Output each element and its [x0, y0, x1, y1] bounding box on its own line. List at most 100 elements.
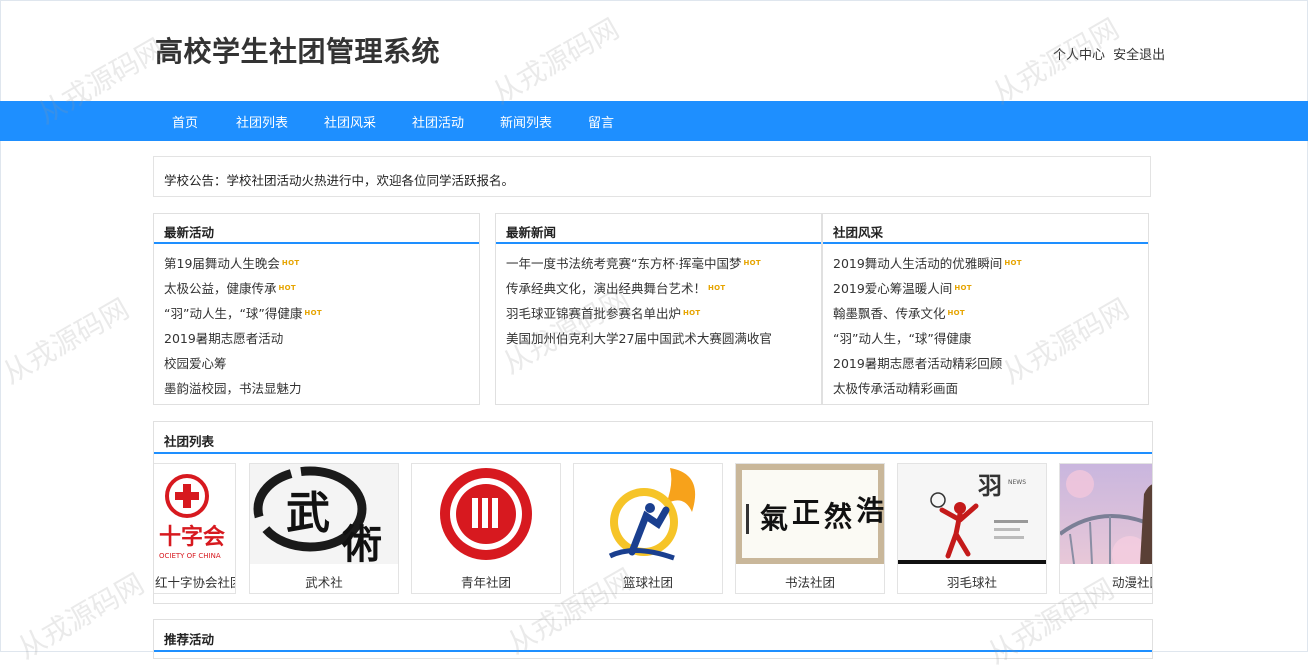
calligraphy-char-2: 然 — [824, 500, 852, 533]
nav-messages[interactable]: 留言 — [588, 112, 614, 131]
notice-text: 学校公告：学校社团活动火热进行中，欢迎各位同学活跃报名。 — [164, 173, 515, 188]
club-image-red-cross: 十字会 OCIETY OF CHINA — [154, 464, 235, 564]
hot-badge: HOT — [281, 259, 300, 267]
club-name: 武术社 — [305, 575, 343, 590]
red-cross-logo-subtext: OCIETY OF CHINA — [159, 552, 221, 560]
nav-club-activities[interactable]: 社团活动 — [412, 112, 464, 131]
nav-club-style[interactable]: 社团风采 — [324, 112, 376, 131]
school-notice: 学校公告：学校社团活动火热进行中，欢迎各位同学活跃报名。 — [153, 156, 1151, 197]
list-item-text: 墨韵溢校园，书法显魅力 — [164, 381, 302, 396]
club-card-youth[interactable]: 青年社团 — [411, 463, 561, 594]
list-item[interactable]: 太极传承活动精彩画面 — [833, 376, 1148, 401]
list-item[interactable]: 传承经典文化，演出经典舞台艺术！ HOT — [506, 276, 821, 301]
list-item-text: 翰墨飘香、传承文化 — [833, 306, 946, 321]
wushu-char-2: 術 — [341, 521, 382, 564]
red-cross-logo-text: 十字会 — [159, 524, 225, 550]
club-name: 篮球社团 — [622, 575, 673, 590]
nav-news-list[interactable]: 新闻列表 — [500, 112, 552, 131]
nav-club-list[interactable]: 社团列表 — [236, 112, 288, 131]
list-item-text: 2019暑期志愿者活动 — [164, 331, 284, 346]
list-item-text: 太极传承活动精彩画面 — [833, 381, 959, 396]
nav-home[interactable]: 首页 — [172, 112, 198, 131]
calligraphy-char-3: 正 — [792, 496, 820, 529]
club-name: 书法社团 — [784, 575, 835, 590]
list-item[interactable]: 2019暑期志愿者活动 — [164, 326, 479, 351]
badminton-char: 羽 — [978, 471, 1002, 500]
list-item-text: “羽”动人生，“球”得健康 — [164, 306, 303, 321]
club-image-calligraphy: 浩 然 正 氣 — [736, 464, 884, 564]
logout-link[interactable]: 安全退出 — [1113, 48, 1165, 63]
site-title: 高校学生社团管理系统 — [155, 35, 441, 68]
hot-badge: HOT — [743, 259, 761, 267]
list-item[interactable]: 2019舞动人生活动的优雅瞬间 HOT — [833, 251, 1148, 276]
club-card-badminton[interactable]: 羽 NEWS 羽毛球社 — [897, 463, 1047, 594]
list-item-text: 太极公益，健康传承 — [164, 281, 277, 296]
list-item[interactable]: 太极公益，健康传承 HOT — [164, 276, 479, 301]
list-item-text: 2019暑期志愿者活动精彩回顾 — [833, 356, 1003, 371]
list-item-text: “羽”动人生，“球”得健康 — [833, 331, 972, 346]
hot-badge: HOT — [947, 309, 965, 317]
club-card-anime[interactable]: 动漫社团 — [1059, 463, 1152, 594]
section-title: 社团列表 — [154, 422, 1152, 454]
list-item[interactable]: 第19届舞动人生晚会 HOT — [164, 251, 479, 276]
recommended-section: 推荐活动 — [153, 619, 1153, 659]
hot-badge: HOT — [708, 284, 726, 292]
club-name: 红十字协会社团 — [155, 575, 236, 590]
news-list: 一年一度书法统考竞赛“东方杯·挥毫中国梦 HOT 传承经典文化，演出经典舞台艺术！ H… — [496, 251, 821, 351]
link-separator — [1107, 48, 1111, 63]
watermark: 从戎源码网 — [486, 12, 625, 111]
calligraphy-char-1: 浩 — [856, 494, 884, 527]
list-item[interactable]: 校园爱心筹 — [164, 351, 479, 376]
list-item[interactable]: 2019爱心筹温暖人间 HOT — [833, 276, 1148, 301]
list-item[interactable]: 美国加州伯克利大学27届中国武术大赛圆满收官 — [506, 326, 821, 351]
watermark: 从戎源码网 — [0, 292, 135, 391]
hot-badge: HOT — [1004, 259, 1022, 267]
hot-badge: HOT — [278, 284, 296, 292]
hot-badge: HOT — [683, 309, 701, 317]
club-card-basketball[interactable]: 篮球社团 — [573, 463, 723, 594]
profile-link[interactable]: 个人中心 — [1053, 48, 1105, 63]
club-list-section: 社团列表 十字会 OCIETY OF CHINA 红十字协会社团 武 術 武术社… — [153, 421, 1153, 604]
list-item-text: 第19届舞动人生晚会 — [164, 256, 280, 271]
club-card-calligraphy[interactable]: 浩 然 正 氣 书法社团 — [735, 463, 885, 594]
list-item-text: 羽毛球亚锦赛首批参赛名单出炉 — [506, 306, 682, 321]
style-list: 2019舞动人生活动的优雅瞬间 HOT 2019爱心筹温暖人间 HOT 翰墨飘香、传承文… — [823, 251, 1148, 401]
club-name: 青年社团 — [460, 575, 511, 590]
panel-title: 最新活动 — [154, 214, 479, 244]
list-item-text: 传承经典文化，演出经典舞台艺术！ — [506, 281, 707, 296]
wushu-char-1: 武 — [286, 488, 330, 539]
panel-title: 社团风采 — [823, 214, 1148, 244]
list-item[interactable]: 一年一度书法统考竞赛“东方杯·挥毫中国梦 HOT — [506, 251, 821, 276]
club-image-basketball — [574, 464, 722, 564]
list-item[interactable]: 2019暑期志愿者活动精彩回顾 — [833, 351, 1148, 376]
main-nav: 首页 社团列表 社团风采 社团活动 新闻列表 留言 — [0, 101, 1308, 141]
user-links: 个人中心 安全退出 — [1053, 44, 1165, 63]
list-item[interactable]: 羽毛球亚锦赛首批参赛名单出炉 HOT — [506, 301, 821, 326]
club-image-anime — [1060, 464, 1152, 564]
club-style-panel: 社团风采 2019舞动人生活动的优雅瞬间 HOT 2019爱心筹温暖人间 HOT 翰墨飘… — [822, 213, 1149, 405]
club-card-red-cross[interactable]: 十字会 OCIETY OF CHINA 红十字协会社团 — [154, 463, 236, 594]
club-image-wushu: 武 術 — [250, 464, 398, 564]
badminton-news-text: NEWS — [1008, 479, 1026, 486]
list-item-text: 2019爱心筹温暖人间 — [833, 281, 953, 296]
club-image-youth — [412, 464, 560, 564]
list-item[interactable]: “羽”动人生，“球”得健康 — [833, 326, 1148, 351]
list-item-text: 一年一度书法统考竞赛“东方杯·挥毫中国梦 — [506, 256, 742, 271]
hot-badge: HOT — [954, 284, 972, 292]
activities-list: 第19届舞动人生晚会 HOT 太极公益，健康传承 HOT “羽”动人生，“球”得健康 HO… — [154, 251, 479, 401]
list-item-text: 校园爱心筹 — [164, 356, 227, 371]
club-carousel[interactable]: 十字会 OCIETY OF CHINA 红十字协会社团 武 術 武术社 青年社团… — [154, 463, 1152, 598]
club-card-wushu[interactable]: 武 術 武术社 — [249, 463, 399, 594]
club-image-badminton: 羽 NEWS — [898, 464, 1046, 564]
club-name: 羽毛球社 — [946, 575, 997, 590]
list-item[interactable]: 翰墨飘香、传承文化 HOT — [833, 301, 1148, 326]
list-item[interactable]: 墨韵溢校园，书法显魅力 — [164, 376, 479, 401]
list-item-text: 美国加州伯克利大学27届中国武术大赛圆满收官 — [506, 331, 772, 346]
hot-badge: HOT — [304, 309, 322, 317]
list-item[interactable]: “羽”动人生，“球”得健康 HOT — [164, 301, 479, 326]
latest-activities-panel: 最新活动 第19届舞动人生晚会 HOT 太极公益，健康传承 HOT “羽”动人生，“球”… — [153, 213, 480, 405]
section-title: 推荐活动 — [154, 620, 1152, 652]
panel-title: 最新新闻 — [496, 214, 821, 244]
latest-news-panel: 最新新闻 一年一度书法统考竞赛“东方杯·挥毫中国梦 HOT 传承经典文化，演出经典舞… — [495, 213, 822, 405]
list-item-text: 2019舞动人生活动的优雅瞬间 — [833, 256, 1003, 271]
